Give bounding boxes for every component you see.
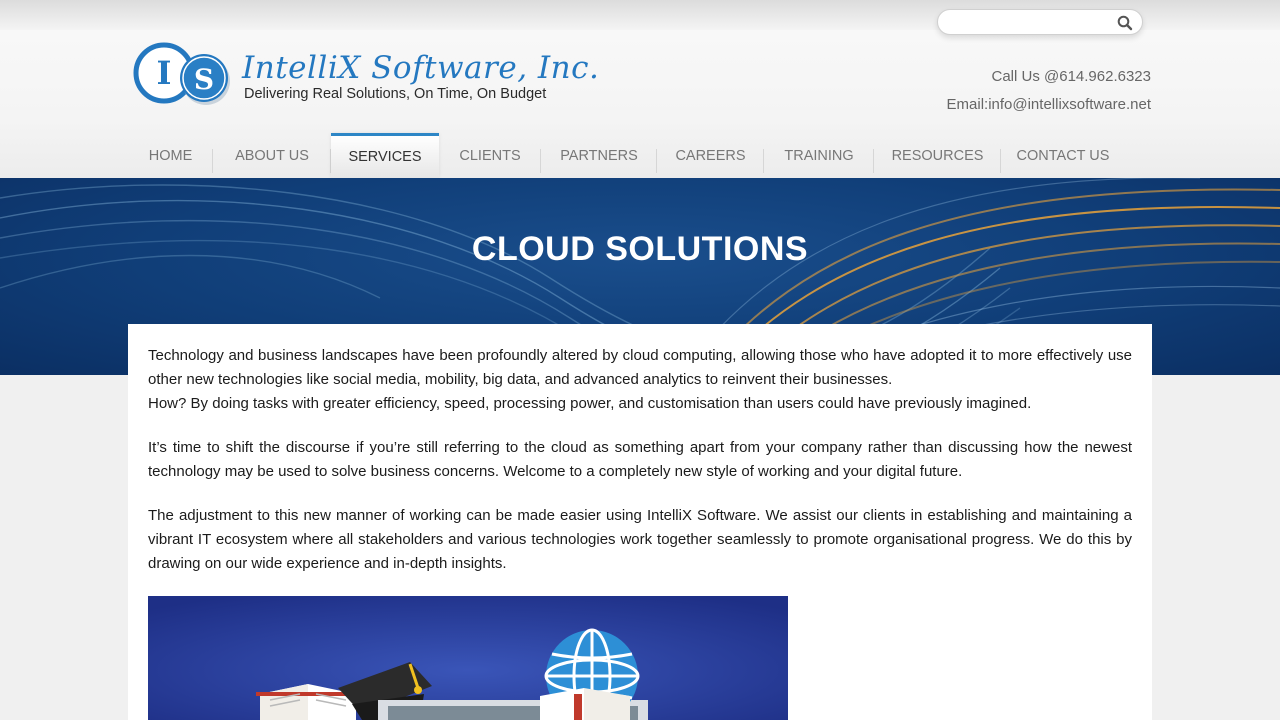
nav-clients[interactable]: CLIENTS (439, 133, 541, 178)
paragraph-1-text: Technology and business landscapes have … (148, 347, 1132, 388)
contact-phone: Call Us @614.962.6323 (991, 68, 1152, 85)
main-nav: HOME ABOUT US SERVICES CLIENTS PARTNERS … (128, 133, 1125, 178)
paragraph-1-question: How? By doing tasks with greater efficie… (148, 395, 1032, 412)
logo-letter-s: S (194, 63, 214, 96)
search-icon[interactable] (1116, 14, 1134, 32)
nav-services[interactable]: SERVICES (331, 133, 439, 178)
nav-resources[interactable]: RESOURCES (874, 133, 1001, 178)
main-content: Technology and business landscapes have … (128, 324, 1152, 720)
nav-careers[interactable]: CAREERS (657, 133, 764, 178)
search-input[interactable] (948, 13, 1108, 31)
nav-training[interactable]: TRAINING (764, 133, 874, 178)
company-logo[interactable]: I S (128, 40, 238, 106)
nav-contact-us[interactable]: CONTACT US (1001, 133, 1125, 178)
page-title: CLOUD SOLUTIONS (471, 230, 809, 268)
nav-partners[interactable]: PARTNERS (541, 133, 657, 178)
nav-home[interactable]: HOME (128, 133, 213, 178)
logo-letter-i: I (157, 54, 172, 92)
site-header: I S IntelliX Software, Inc. Delivering R… (0, 0, 1280, 178)
contact-email[interactable]: Email:info@intellixsoftware.net (947, 96, 1151, 113)
search-box[interactable] (937, 9, 1143, 35)
content-paragraph-2: It’s time to shift the discourse if you’… (148, 439, 1132, 480)
company-tagline: Delivering Real Solutions, On Time, On B… (244, 86, 547, 102)
content-paragraph-1: Technology and business landscapes have … (148, 344, 1132, 416)
company-name: IntelliX Software, Inc. (242, 50, 600, 86)
nav-about-us[interactable]: ABOUT US (213, 133, 331, 178)
cloud-education-illustration (148, 596, 788, 720)
content-paragraph-3: The adjustment to this new manner of wor… (148, 507, 1132, 572)
